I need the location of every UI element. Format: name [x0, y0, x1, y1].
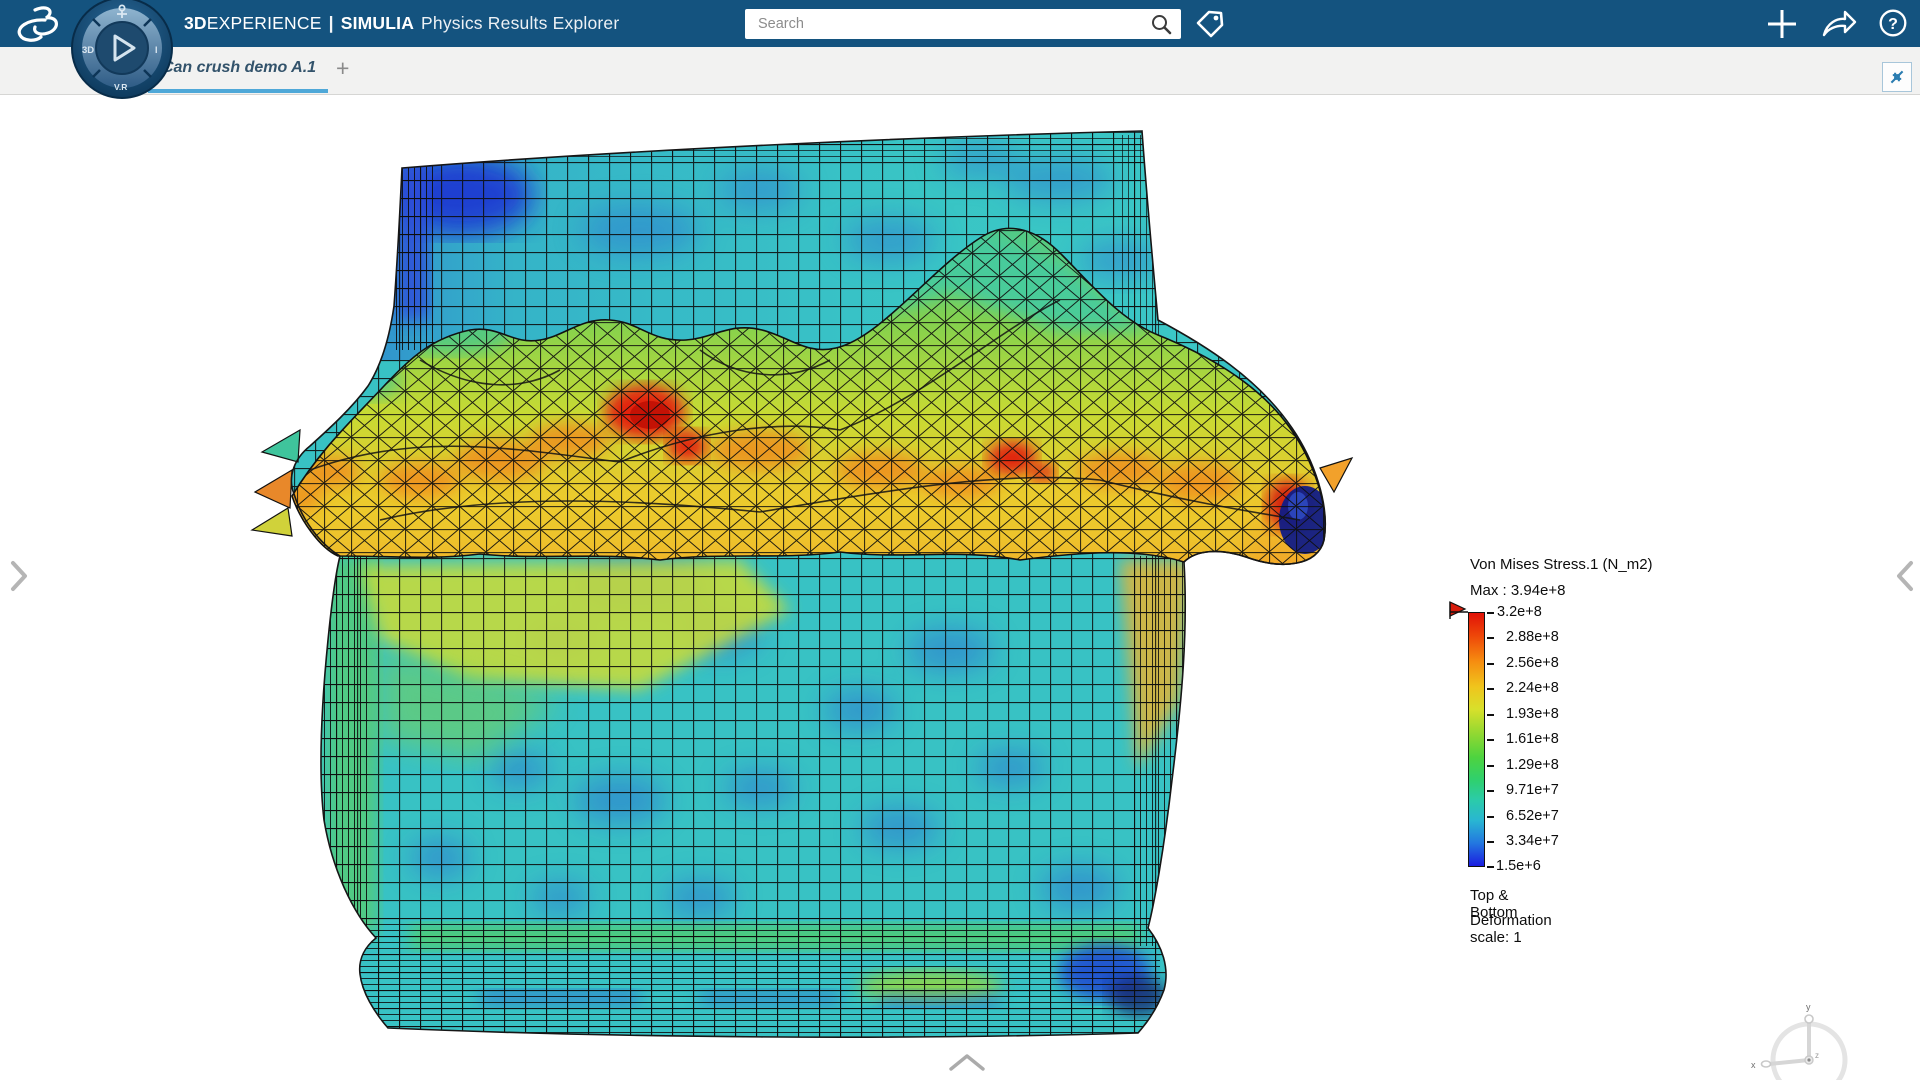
svg-text:I: I: [155, 45, 158, 55]
tab-can-crush-demo[interactable]: Can crush demo A.1: [150, 59, 328, 77]
svg-text:z: z: [1815, 1051, 1819, 1060]
legend-max-flag-icon: [1446, 599, 1470, 623]
legend-tick: 2.88e+8: [1506, 629, 1559, 645]
legend-tick: 3.34e+7: [1506, 833, 1559, 849]
legend-tick: 6.52e+7: [1506, 808, 1559, 824]
3dexperience-compass[interactable]: 3D I V.R: [70, 0, 174, 104]
legend-tick: 9.71e+7: [1506, 782, 1559, 798]
left-panel-expand-icon[interactable]: [6, 558, 32, 594]
right-panel-expand-icon[interactable]: [1892, 558, 1918, 594]
legend-tick: 1.61e+8: [1506, 731, 1559, 747]
3ds-logo-icon: [8, 3, 62, 45]
add-icon[interactable]: [1766, 8, 1798, 40]
svg-text:y: y: [1806, 1002, 1811, 1012]
new-tab-button[interactable]: +: [336, 55, 349, 82]
search-icon[interactable]: [1149, 12, 1174, 37]
stress-colorbar: [1468, 612, 1485, 867]
svg-text:V.R: V.R: [114, 82, 127, 92]
share-icon[interactable]: [1820, 8, 1858, 40]
physics-results-explorer-window: 3D I V.R 3DEXPERIENCE|SIMULIAPhysics Res…: [0, 0, 1920, 1080]
legend-deformation-scale: Deformation scale: 1: [1470, 912, 1552, 946]
legend-tick: 2.56e+8: [1506, 655, 1559, 671]
svg-text:?: ?: [1888, 16, 1898, 33]
fea-can-mesh[interactable]: [0, 0, 1920, 1080]
legend-max-value: Max : 3.94e+8: [1470, 582, 1565, 599]
legend-title: Von Mises Stress.1 (N_m2): [1470, 556, 1653, 573]
collapse-view-icon[interactable]: [1882, 62, 1912, 92]
can-body-surface: [280, 120, 1350, 1050]
help-icon[interactable]: ?: [1878, 8, 1908, 38]
tag-icon[interactable]: [1193, 8, 1227, 40]
legend-tick: 3.2e+8: [1497, 604, 1542, 620]
legend-tick: 1.29e+8: [1506, 757, 1559, 773]
axis-triad[interactable]: y x z: [1745, 998, 1875, 1080]
tab-bar: Can crush demo A.1 +: [0, 47, 1920, 95]
active-tab-underline: [148, 89, 328, 93]
svg-text:3D: 3D: [82, 45, 94, 56]
search-input[interactable]: [745, 9, 1181, 39]
top-bar: 3D I V.R 3DEXPERIENCE|SIMULIAPhysics Res…: [0, 0, 1920, 47]
3d-viewport[interactable]: Von Mises Stress.1 (N_m2) Max : 3.94e+8 …: [0, 95, 1920, 1080]
legend-tick: 1.5e+6: [1496, 858, 1541, 874]
search-box: [745, 9, 1181, 39]
legend-tick: 2.24e+8: [1506, 680, 1559, 696]
bottom-panel-expand-icon[interactable]: [946, 1052, 988, 1074]
legend-tick: 1.93e+8: [1506, 706, 1559, 722]
svg-text:x: x: [1751, 1060, 1756, 1070]
app-title: 3DEXPERIENCE|SIMULIAPhysics Results Expl…: [184, 0, 619, 47]
